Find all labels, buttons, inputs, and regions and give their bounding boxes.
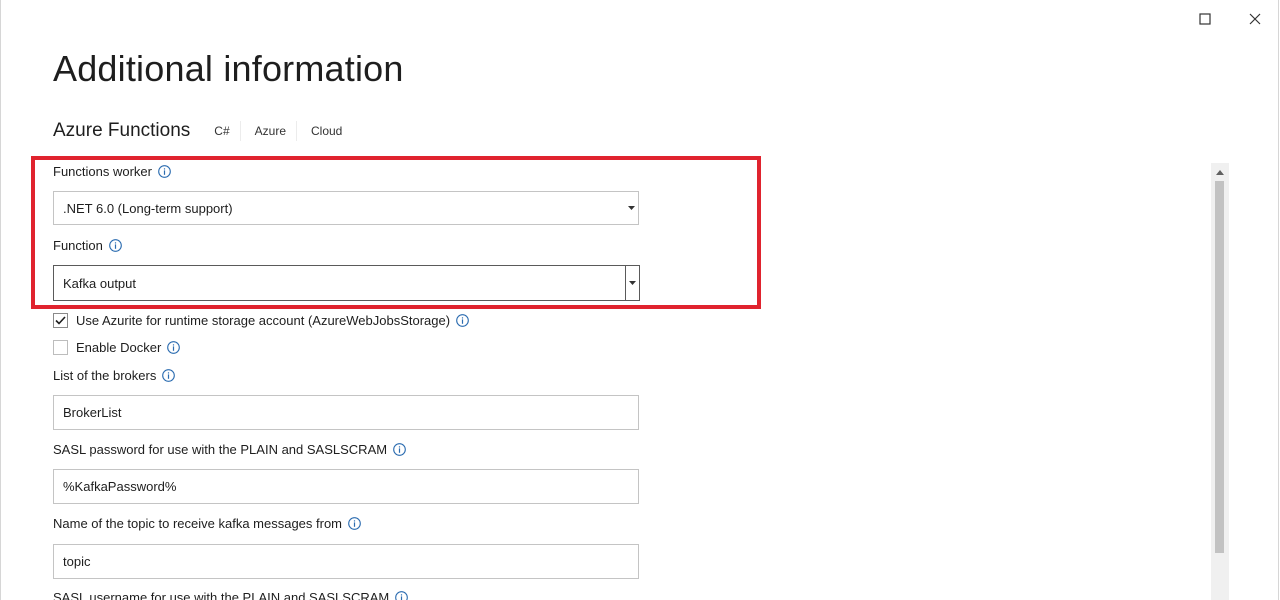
close-icon bbox=[1249, 13, 1261, 25]
brokers-label: List of the brokers bbox=[53, 368, 176, 383]
sasl-username-label: SASL username for use with the PLAIN and… bbox=[53, 590, 409, 600]
page-title: Additional information bbox=[53, 48, 404, 89]
info-icon[interactable] bbox=[158, 165, 171, 178]
use-azurite-label: Use Azurite for runtime storage account … bbox=[76, 313, 451, 328]
scroll-up-arrow-icon bbox=[1216, 162, 1224, 180]
enable-docker-checkbox[interactable] bbox=[53, 340, 68, 355]
checkmark-icon bbox=[55, 316, 66, 325]
info-icon[interactable] bbox=[109, 239, 122, 252]
functions-worker-value: .NET 6.0 (Long-term support) bbox=[63, 200, 233, 216]
topic-input[interactable] bbox=[53, 544, 639, 579]
enable-docker-label: Enable Docker bbox=[76, 340, 162, 355]
use-azurite-row: Use Azurite for runtime storage account … bbox=[53, 313, 469, 328]
functions-worker-dropdown[interactable]: .NET 6.0 (Long-term support) bbox=[53, 191, 639, 225]
close-button[interactable] bbox=[1240, 6, 1270, 32]
maximize-icon bbox=[1199, 13, 1211, 25]
info-icon[interactable] bbox=[167, 341, 181, 354]
chevron-down-icon bbox=[625, 266, 639, 300]
use-azurite-checkbox[interactable] bbox=[53, 313, 68, 328]
info-icon[interactable] bbox=[162, 369, 176, 382]
maximize-button[interactable] bbox=[1190, 6, 1220, 32]
function-value: Kafka output bbox=[63, 275, 136, 291]
function-label: Function bbox=[53, 238, 122, 253]
additional-information-dialog: Additional information Azure Functions C… bbox=[0, 0, 1279, 600]
functions-worker-label: Functions worker bbox=[53, 164, 171, 179]
template-subtitle-row: Azure Functions C# Azure Cloud bbox=[53, 117, 356, 145]
scrollbar-thumb[interactable] bbox=[1215, 181, 1224, 553]
info-icon[interactable] bbox=[395, 591, 409, 600]
sasl-password-input[interactable] bbox=[53, 469, 639, 504]
tag-type: Cloud bbox=[311, 124, 343, 138]
sasl-password-label: SASL password for use with the PLAIN and… bbox=[53, 442, 406, 457]
info-icon[interactable] bbox=[348, 517, 361, 530]
tag-language: C# bbox=[204, 121, 241, 141]
info-icon[interactable] bbox=[393, 443, 406, 456]
tag-platform: Azure bbox=[245, 121, 297, 141]
function-dropdown[interactable]: Kafka output bbox=[53, 265, 640, 301]
chevron-down-icon bbox=[624, 192, 638, 224]
scroll-up-button[interactable] bbox=[1211, 163, 1229, 179]
brokers-input[interactable] bbox=[53, 395, 639, 430]
template-name: Azure Functions bbox=[53, 120, 191, 141]
topic-label: Name of the topic to receive kafka messa… bbox=[53, 516, 361, 531]
enable-docker-row: Enable Docker bbox=[53, 340, 181, 355]
info-icon[interactable] bbox=[456, 314, 469, 327]
vertical-scrollbar[interactable] bbox=[1211, 163, 1229, 600]
